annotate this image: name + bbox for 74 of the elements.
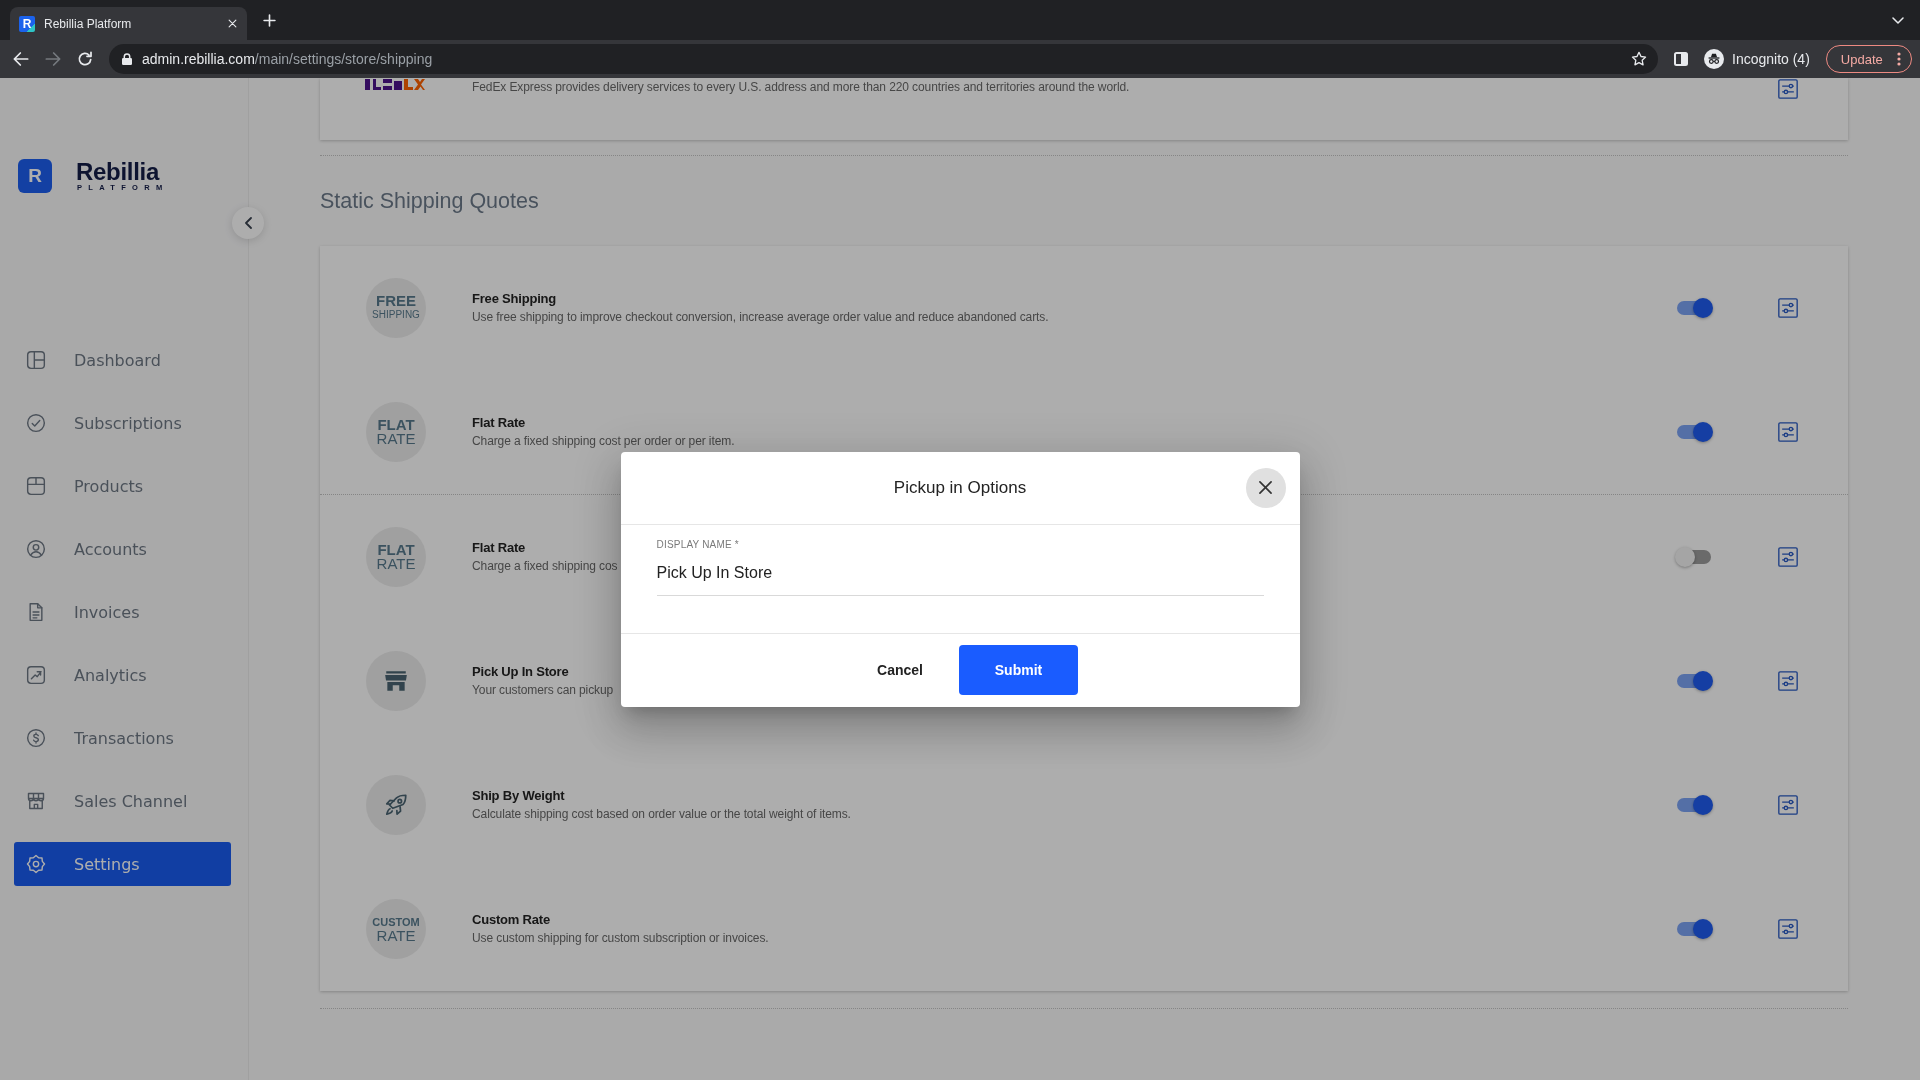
user-circle-icon [26,539,46,559]
sliders-icon[interactable] [1778,671,1798,691]
dollar-circle-icon [26,728,46,748]
close-icon[interactable] [228,19,237,28]
quote-title: Flat Rate [472,415,526,431]
chevron-down-icon[interactable] [1892,16,1904,24]
quote-title: Pick Up In Store [472,664,569,680]
side-panel-icon[interactable] [1674,52,1688,66]
carrier-description: FedEx Express provides delivery services to every U.S. address and more than 220 countries and territories around the world. [472,79,1130,95]
chevron-left-icon [244,217,252,229]
sliders-icon[interactable] [1778,795,1798,815]
shipping-badge: FLAT RATE [366,527,426,587]
trend-chart-icon [26,665,46,685]
toggle-switch[interactable] [1675,671,1713,691]
collapse-button[interactable] [232,207,264,239]
quote-title: Ship By Weight [472,788,565,804]
section-heading: Static Shipping Quotes [320,189,539,213]
back-arrow-icon[interactable] [13,51,29,67]
sidebar-item[interactable]: Subscriptions [14,401,231,445]
package-icon [26,476,46,496]
reload-icon[interactable] [77,51,93,67]
display-name-field[interactable]: Pick Up In Store [656,562,1264,596]
sliders-icon[interactable] [1778,79,1798,99]
sidebar-item[interactable]: Accounts [14,527,231,571]
quote-description: Use custom shipping for custom subscription or invoices. [472,930,769,946]
shipping-badge: FREE SHIPPING [366,278,426,338]
sidebar-item[interactable]: Dashboard [14,338,231,382]
dialog-title: Pickup in Options [893,477,1027,498]
toggle-switch[interactable] [1675,422,1713,442]
toggle-switch[interactable] [1675,547,1713,567]
sidebar-item[interactable]: Sales Channel [14,779,231,823]
sidebar-item[interactable]: Products [14,464,231,508]
sliders-icon[interactable] [1778,547,1798,567]
quote-title: Free Shipping [472,291,557,307]
quote-description: Charge a fixed shipping cos [472,558,618,574]
quote-description: Use free shipping to improve checkout conversion, increase average order value and reduce abandoned carts. [472,309,1049,325]
incognito-icon [1704,49,1724,69]
quote-description: Calculate shipping cost based on order value or the total weight of items. [472,806,851,822]
settings-icon [26,854,46,874]
logo-mark: R [18,159,52,193]
close-icon [1259,481,1272,494]
cancel-button[interactable]: Cancel [860,645,940,695]
toggle-switch[interactable] [1675,298,1713,318]
browser-tab[interactable]: R Rebillia Platform [10,7,247,40]
sidebar-item[interactable]: Transactions [14,716,231,760]
favicon: R [19,15,35,32]
quote-description: Charge a fixed shipping cost per order or per item. [472,433,735,449]
submit-button[interactable]: Submit [959,645,1078,695]
check-circle-icon [26,413,46,433]
shipping-badge: FLAT RATE [366,402,426,462]
new-tab-icon[interactable] [263,13,276,27]
sidebar-item[interactable]: Settings [14,842,231,886]
shipping-badge: CUSTOM RATE [366,899,426,959]
layout-icon [26,350,46,370]
profile-button[interactable]: Incognito (4) [1704,49,1810,69]
sidebar-item[interactable]: Analytics [14,653,231,697]
brand-name: Rebillia [76,160,159,183]
quote-description: Your customers can pickup [472,682,614,698]
more-vertical-icon [1896,52,1901,66]
quote-title: Flat Rate [472,540,526,556]
lock-icon [122,53,132,65]
store-icon [26,791,46,811]
star-icon[interactable] [1631,51,1647,67]
toggle-switch[interactable] [1675,795,1713,815]
sidebar-item[interactable]: Invoices [14,590,231,634]
field-label: DISPLAY NAME * [656,538,739,551]
quote-title: Custom Rate [472,912,550,928]
address-bar[interactable]: admin.rebillia.com/main/settings/store/shipping [109,44,1658,74]
document-icon [26,602,46,622]
sliders-icon[interactable] [1778,298,1798,318]
sliders-icon[interactable] [1778,919,1798,939]
carrier-logo-icon [365,79,425,90]
sliders-icon[interactable] [1778,422,1798,442]
toggle-switch[interactable] [1675,919,1713,939]
